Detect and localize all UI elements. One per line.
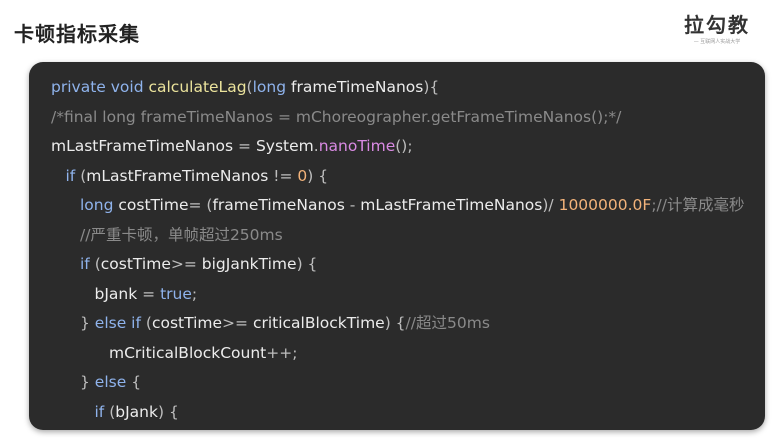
code-token: mCriticalBlockCount (109, 343, 267, 362)
code-token: //严重卡顿，单帧超过250ms (80, 225, 283, 244)
code-line: if (mLastFrameTimeNanos != 0) { (51, 162, 745, 192)
code-token: nanoTime (318, 137, 396, 155)
code-line: } else if (costTime>= criticalBlockTime)… (51, 309, 745, 339)
code-token: bJank (115, 402, 158, 421)
logo-text: 拉勾教 (684, 13, 750, 37)
code-token: System (255, 137, 314, 155)
code-token: else if (94, 314, 146, 332)
code-token: costTime (151, 314, 223, 332)
code-line: bJank = true; (51, 280, 745, 310)
code-panel: private void calculateLag(long frameTime… (29, 62, 765, 430)
code-token: ) { (384, 314, 406, 332)
code-token: { (131, 373, 142, 391)
slide-title: 卡顿指标采集 (14, 22, 140, 46)
code-token: )/ (542, 196, 559, 214)
code-token: /*final long frameTimeNanos = mChoreogra… (51, 107, 622, 126)
code-token: if (80, 255, 95, 273)
logo-tagline: — 互联网人实战大学 (693, 39, 741, 45)
code-token: 0 (297, 166, 308, 185)
code-token: bigJankTime (201, 255, 297, 273)
code-token: bJank (94, 284, 138, 303)
code-token: if (94, 402, 110, 421)
code-token: criticalBlockTime (252, 314, 385, 332)
code-token: mLastFrameTimeNanos (51, 137, 234, 155)
code-line: if (bJank) { (51, 398, 745, 428)
code-token: = ( (188, 196, 213, 214)
code-token: ) { (296, 255, 318, 273)
code-line: } else { (51, 368, 745, 398)
code-token: (); (395, 137, 413, 155)
code-token: - (344, 196, 361, 214)
code-token: ;//计算成毫秒 (651, 196, 745, 214)
code-token: 1000000.0F (558, 196, 652, 214)
code-token: mLastFrameTimeNanos (86, 166, 269, 185)
code-line: mLastFrameTimeNanos = System.nanoTime(); (51, 132, 745, 162)
code-line: long costTime= (frameTimeNanos - mLastFr… (51, 191, 745, 221)
code-line: mCriticalBlockCount++; (51, 339, 745, 369)
code-token: private (51, 78, 111, 96)
code-line: private void calculateLag(long frameTime… (51, 73, 745, 103)
code-token: ){ (423, 78, 440, 96)
code-block: private void calculateLag(long frameTime… (51, 73, 745, 427)
code-line: /*final long frameTimeNanos = mChoreogra… (51, 103, 745, 133)
code-line: if (costTime>= bigJankTime) { (51, 250, 745, 280)
code-token: else (94, 373, 132, 391)
code-token: true (160, 284, 192, 303)
code-token: //超过50ms (405, 314, 490, 332)
code-token: void (110, 78, 149, 96)
code-token: frameTimeNanos (291, 78, 424, 96)
code-token: long (80, 196, 119, 214)
code-token: long (252, 78, 291, 96)
code-token: costTime (100, 255, 171, 273)
code-token: frameTimeNanos (212, 196, 345, 214)
code-token: != (268, 166, 298, 185)
lagou-logo: 拉勾教 — 互联网人实战大学 (682, 12, 752, 52)
code-line: //严重卡顿，单帧超过250ms (51, 221, 745, 251)
code-token: >= (170, 255, 202, 273)
code-token: ) { (157, 402, 179, 421)
code-token: >= (222, 314, 253, 332)
code-token: ++; (266, 343, 298, 362)
code-token: mLastFrameTimeNanos (360, 196, 543, 214)
code-token: calculateLag (148, 78, 247, 96)
code-token: = (233, 137, 256, 155)
code-token: ) { (307, 166, 329, 185)
code-token: } (80, 373, 95, 391)
code-token: if (65, 166, 81, 185)
code-token: costTime (118, 196, 189, 214)
code-token: } (80, 314, 95, 332)
code-token: = (137, 284, 161, 303)
code-token: ; (191, 284, 198, 303)
